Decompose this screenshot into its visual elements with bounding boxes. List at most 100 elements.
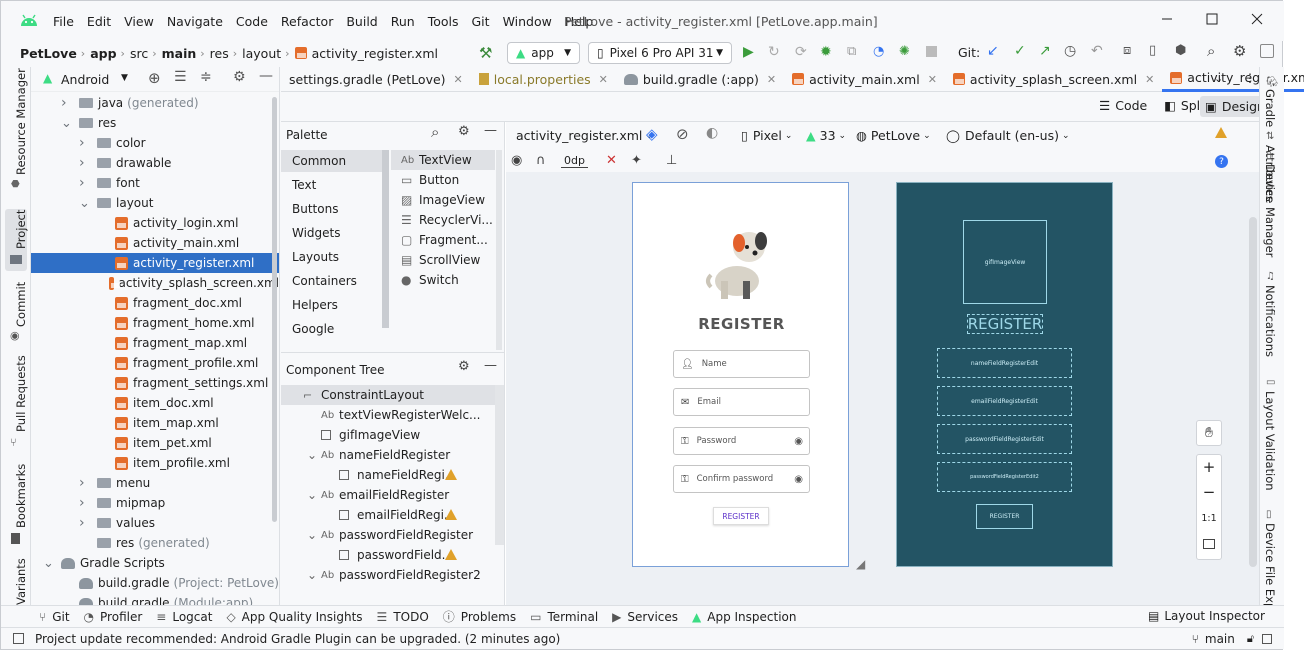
tree-item[interactable]: fragment_doc.xml bbox=[31, 293, 279, 313]
confirm-password-field[interactable]: ⚿ Confirm password ◉ bbox=[673, 465, 810, 493]
pan-hand-button[interactable]: ✋︎ bbox=[1196, 420, 1222, 446]
palette-item-fragment[interactable]: ▢ Fragment... bbox=[391, 230, 495, 250]
component-tree-row[interactable]: ⌄ Ab nameFieldRegister bbox=[281, 445, 495, 465]
tree-chevron-icon[interactable]: › bbox=[79, 495, 89, 511]
bug-icon[interactable]: ✺ bbox=[899, 44, 910, 59]
tree-item[interactable]: › mipmap bbox=[31, 493, 279, 513]
menu-window[interactable]: Window bbox=[503, 14, 552, 29]
tool-window-logcat[interactable]: ≡ Logcat bbox=[156, 610, 212, 624]
palette-item-scrollview[interactable]: ▤ ScrollView bbox=[391, 250, 495, 270]
tree-chevron-icon[interactable]: › bbox=[79, 175, 89, 191]
menu-edit[interactable]: Edit bbox=[87, 14, 111, 29]
device-manager-tab[interactable]: Device Manager bbox=[1263, 164, 1277, 257]
palette-search-icon[interactable]: ⌕ bbox=[431, 123, 439, 141]
attach-debugger-icon[interactable]: ⧉ bbox=[847, 44, 856, 59]
device-manager-icon[interactable]: ▯ bbox=[1149, 43, 1156, 58]
tool-window-terminal[interactable]: ▭ Terminal bbox=[530, 610, 598, 624]
tree-chevron-icon[interactable]: › bbox=[79, 155, 89, 171]
blueprint-register-button[interactable]: REGISTER bbox=[976, 504, 1033, 529]
palette-category-widgets[interactable]: Widgets bbox=[281, 222, 382, 244]
device-file-explorer-tab[interactable]: Device File Expl bbox=[1263, 523, 1277, 613]
close-tab-icon[interactable]: ✕ bbox=[928, 73, 937, 86]
palette-divider[interactable] bbox=[382, 150, 389, 328]
visibility-eye-icon[interactable]: ◉ bbox=[794, 436, 803, 447]
zoom-out-button[interactable]: − bbox=[1197, 483, 1221, 501]
component-tree-row[interactable]: gifImageView bbox=[281, 425, 495, 445]
tree-item[interactable]: ⌄ layout bbox=[31, 193, 279, 213]
tab-build-gradle-app-[interactable]: build.gradle (:app) ✕ bbox=[616, 67, 784, 92]
tool-window-app-quality-insights[interactable]: ◇ App Quality Insights bbox=[226, 610, 362, 624]
lock-icon[interactable]: 🔓︎ bbox=[1247, 632, 1254, 646]
tab-activity-splash-screen-xml[interactable]: activity_splash_screen.xml ✕ bbox=[945, 67, 1162, 92]
register-button[interactable]: REGISTER bbox=[713, 507, 769, 525]
tree-item[interactable]: fragment_map.xml bbox=[31, 333, 279, 353]
tree-chevron-icon[interactable]: ⌄ bbox=[307, 448, 321, 462]
design-preview[interactable]: REGISTER 👤︎ Name ✉ Email ⚿ Password ◉ ⚿ Conf… bbox=[632, 182, 849, 567]
tab-activity-main-xml[interactable]: activity_main.xml ✕ bbox=[784, 67, 945, 92]
rollback-icon[interactable]: ↶ bbox=[1091, 43, 1103, 59]
blueprint-preview[interactable]: gifImageView REGISTER nameFieldRegisterE… bbox=[896, 182, 1113, 567]
breadcrumb-main[interactable]: main bbox=[162, 46, 197, 61]
project-view-dropdown[interactable]: Android bbox=[61, 72, 109, 87]
component-tree-row[interactable]: nameFieldRegi... bbox=[281, 465, 495, 485]
component-tree-row[interactable]: ⌄ Ab passwordFieldRegister2 bbox=[281, 565, 495, 585]
component-tree-scrollbar[interactable] bbox=[495, 385, 504, 545]
menu-build[interactable]: Build bbox=[346, 14, 377, 29]
tree-item[interactable]: fragment_home.xml bbox=[31, 313, 279, 333]
palette-gear-icon[interactable]: ⚙ bbox=[458, 124, 470, 139]
breadcrumb-app[interactable]: app bbox=[90, 46, 116, 61]
align-icon[interactable]: ⊥ bbox=[666, 153, 677, 168]
palette-item-button[interactable]: ▭ Button bbox=[391, 170, 495, 190]
device-select-dropdown[interactable]: ▯ Pixel ⌄ bbox=[741, 128, 792, 143]
apply-changes-icon[interactable]: ↻ bbox=[768, 44, 780, 60]
blueprint-password2-field[interactable]: passwordFieldRegisterEdit2 bbox=[937, 462, 1072, 492]
breadcrumb-project[interactable]: PetLove bbox=[20, 46, 77, 61]
blueprint-heading[interactable]: REGISTER bbox=[967, 314, 1043, 334]
menu-navigate[interactable]: Navigate bbox=[167, 14, 223, 29]
tool-window-problems[interactable]: ⓘ Problems bbox=[443, 608, 516, 625]
night-mode-icon[interactable]: ◐ bbox=[706, 125, 718, 141]
view-dropdown-chevron-icon[interactable]: ▼ bbox=[121, 73, 128, 83]
tabs-more-icon[interactable]: ⋮ bbox=[1244, 71, 1256, 85]
component-tree-row[interactable]: ⌄ Ab emailFieldRegister bbox=[281, 485, 495, 505]
minimize-button[interactable] bbox=[1159, 11, 1175, 27]
breadcrumb-res[interactable]: res bbox=[210, 46, 229, 61]
stop-icon[interactable] bbox=[926, 46, 937, 57]
tree-item[interactable]: › color bbox=[31, 133, 279, 153]
name-field[interactable]: 👤︎ Name bbox=[673, 350, 810, 378]
tool-window-todo[interactable]: ☰ TODO bbox=[377, 610, 429, 624]
layout-inspector-button[interactable]: ▤ Layout Inspector bbox=[1148, 609, 1265, 623]
blueprint-password-field[interactable]: passwordFieldRegisterEdit bbox=[937, 424, 1072, 454]
menu-tools[interactable]: Tools bbox=[428, 14, 459, 29]
run-icon[interactable]: ▶ bbox=[743, 44, 754, 60]
design-canvas[interactable]: REGISTER 👤︎ Name ✉ Email ⚿ Password ◉ ⚿ Conf… bbox=[506, 172, 1259, 605]
commit-tab[interactable]: Commit bbox=[14, 282, 28, 327]
hide-panel-icon[interactable]: — bbox=[259, 68, 273, 84]
tree-item[interactable]: fragment_settings.xml bbox=[31, 373, 279, 393]
tree-item[interactable]: ⌄ res bbox=[31, 113, 279, 133]
layers-icon[interactable]: ◈ bbox=[646, 125, 658, 143]
email-field[interactable]: ✉ Email bbox=[673, 388, 810, 416]
search-icon[interactable]: ⌕ bbox=[1207, 42, 1215, 60]
resource-manager-tab[interactable]: Resource Manager bbox=[14, 68, 28, 175]
collapse-all-icon[interactable]: ≑ bbox=[200, 69, 212, 85]
palette-category-common[interactable]: Common bbox=[281, 150, 382, 172]
profile-icon[interactable]: ◔ bbox=[873, 44, 884, 59]
theme-dropdown[interactable]: ◍ PetLove ⌄ bbox=[856, 128, 931, 143]
tree-chevron-icon[interactable]: ⌄ bbox=[307, 568, 321, 582]
tool-window-profiler[interactable]: ◔ Profiler bbox=[84, 610, 143, 624]
notifications-tab[interactable]: Notifications bbox=[1263, 285, 1277, 357]
orientation-icon[interactable]: ⊘ bbox=[676, 125, 689, 143]
blueprint-gif-image[interactable]: gifImageView bbox=[963, 220, 1047, 304]
component-tree-row[interactable]: emailFieldRegi... bbox=[281, 505, 495, 525]
tree-item[interactable]: res (generated) bbox=[31, 533, 279, 553]
tree-item[interactable]: item_pet.xml bbox=[31, 433, 279, 453]
status-square-icon[interactable] bbox=[13, 633, 24, 644]
tabs-overflow-chevron-icon[interactable]: ⌄ bbox=[1214, 72, 1223, 85]
component-tree-hide-icon[interactable]: — bbox=[484, 358, 497, 373]
tool-window-app-inspection[interactable]: ▲ App Inspection bbox=[692, 610, 796, 624]
gradle-tab[interactable]: Gradle bbox=[1263, 89, 1277, 127]
sdk-manager-icon[interactable]: ⬢ bbox=[1175, 43, 1186, 58]
tree-item[interactable]: › menu bbox=[31, 473, 279, 493]
tab-settings-gradle-petlove-[interactable]: settings.gradle (PetLove) ✕ bbox=[281, 67, 471, 92]
